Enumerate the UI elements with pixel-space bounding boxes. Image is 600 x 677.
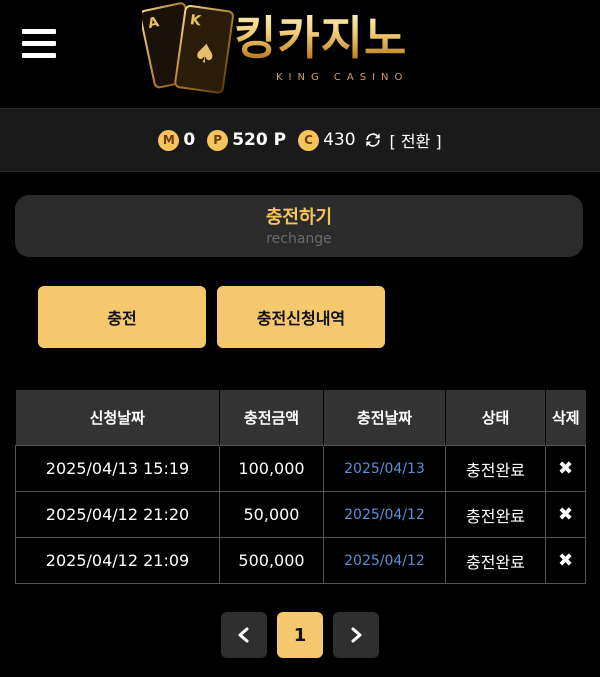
- header-request-date: 신청날짜: [15, 390, 220, 446]
- coin-value: 430: [323, 130, 356, 150]
- prev-page-button[interactable]: [221, 612, 267, 658]
- page-subtitle: rechange: [266, 231, 332, 247]
- chevron-right-icon: [351, 627, 362, 643]
- delete-icon[interactable]: ✖: [545, 537, 586, 584]
- playing-cards-logo-icon: A K ♠: [142, 2, 234, 94]
- header: A K ♠ 킹카지노 KING CASINO: [0, 0, 600, 106]
- page-button-current[interactable]: 1: [277, 612, 323, 658]
- status: 충전완료: [445, 445, 546, 492]
- chevron-left-icon: [238, 627, 249, 643]
- points-bar: M 0 P 520 P C 430 [ 전환 ]: [0, 108, 600, 172]
- point-value: 520 P: [232, 130, 287, 150]
- tab-recharge-history[interactable]: 충전신청내역: [217, 286, 385, 348]
- logo-subtitle: KING CASINO: [276, 72, 409, 83]
- amount: 100,000: [219, 445, 324, 492]
- table-row: 2025/04/12 21:09 500,000 2025/04/12 충전완료…: [15, 537, 586, 584]
- money-coin-icon: M: [158, 129, 180, 151]
- header-amount: 충전금액: [219, 390, 324, 446]
- recharge-history-table: 신청날짜 충전금액 충전날짜 상태 삭제 2025/04/13 15:19 10…: [15, 390, 586, 584]
- svg-text:♠: ♠: [191, 38, 218, 71]
- status: 충전완료: [445, 537, 546, 584]
- logo-title: 킹카지노: [234, 8, 407, 68]
- coin-balance: C 430: [298, 129, 356, 151]
- amount: 500,000: [219, 537, 324, 584]
- charge-date: 2025/04/12: [323, 537, 446, 584]
- tab-recharge[interactable]: 충전: [38, 286, 206, 348]
- point-balance: P 520 P: [207, 129, 287, 151]
- amount: 50,000: [219, 491, 324, 538]
- request-date: 2025/04/12 21:20: [15, 491, 220, 538]
- refresh-icon[interactable]: [363, 130, 383, 150]
- request-date: 2025/04/12 21:09: [15, 537, 220, 584]
- hamburger-menu-icon[interactable]: [22, 29, 56, 59]
- coin-icon: C: [298, 129, 320, 151]
- header-charge-date: 충전날짜: [323, 390, 446, 446]
- charge-date: 2025/04/13: [323, 445, 446, 492]
- page-title-box: 충전하기 rechange: [15, 195, 583, 257]
- table-row: 2025/04/12 21:20 50,000 2025/04/12 충전완료 …: [15, 491, 586, 538]
- money-value: 0: [183, 130, 196, 150]
- page-title: 충전하기: [265, 207, 333, 228]
- status: 충전완료: [445, 491, 546, 538]
- switch-link[interactable]: [ 전환 ]: [390, 128, 442, 152]
- table-row: 2025/04/13 15:19 100,000 2025/04/13 충전완료…: [15, 445, 586, 492]
- request-date: 2025/04/13 15:19: [15, 445, 220, 492]
- money-balance: M 0: [158, 129, 196, 151]
- delete-icon[interactable]: ✖: [545, 445, 586, 492]
- header-status: 상태: [445, 390, 546, 446]
- point-coin-icon: P: [207, 129, 229, 151]
- next-page-button[interactable]: [333, 612, 379, 658]
- charge-date: 2025/04/12: [323, 491, 446, 538]
- delete-icon[interactable]: ✖: [545, 491, 586, 538]
- table-header-row: 신청날짜 충전금액 충전날짜 상태 삭제: [15, 390, 586, 446]
- header-delete: 삭제: [545, 390, 586, 446]
